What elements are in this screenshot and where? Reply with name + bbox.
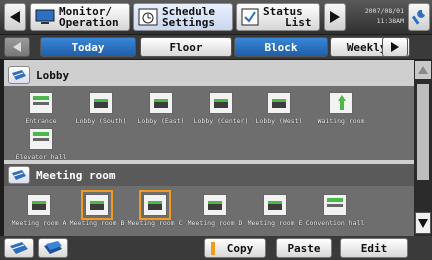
checklist-icon <box>241 8 259 26</box>
unit-name: Meeting room B <box>69 219 125 227</box>
unit-elevator-hall[interactable]: Elevator hall <box>10 128 72 161</box>
tab-scroll-left-button[interactable] <box>4 37 30 57</box>
unit-lobby-center[interactable]: Lobby (Center) <box>190 92 252 125</box>
copy-button[interactable]: Copy <box>204 238 266 258</box>
unit-name: Meeting room E <box>247 219 303 227</box>
next-screen-button[interactable] <box>324 3 346 31</box>
group-header-lobby[interactable]: Lobby <box>4 64 414 86</box>
maintenance-button[interactable] <box>408 3 430 31</box>
wrench-icon <box>411 9 425 25</box>
scroll-up-arrow[interactable] <box>415 61 431 79</box>
group-edit-icon <box>10 242 28 254</box>
unit-lobby-east[interactable]: Lobby (East) <box>130 92 192 125</box>
cassette-unit-icon <box>267 92 291 114</box>
tab-floor[interactable]: Floor <box>140 37 232 57</box>
vertical-scrollbar[interactable] <box>414 60 432 236</box>
edit-label: Edit <box>360 241 388 255</box>
date-text: 2007/08/01 <box>364 7 404 15</box>
unit-lobby-west[interactable]: Lobby (West) <box>248 92 310 125</box>
unit-name: Meeting room C <box>127 219 183 227</box>
group-select-all-button[interactable] <box>38 238 68 258</box>
group-edit-icon <box>8 166 30 184</box>
unit-meeting-room-d[interactable]: Meeting room D <box>184 194 246 227</box>
tab-bar: Today Floor Block Weekly1 <box>0 35 432 59</box>
copy-label: Copy <box>226 241 254 255</box>
group-header-meeting-room[interactable]: Meeting room <box>4 164 414 186</box>
scroll-thumb[interactable] <box>417 84 429 180</box>
unit-name: Lobby (South) <box>75 117 127 125</box>
date-time-display: 2007/08/01 11:38AM <box>348 6 404 26</box>
cassette-unit-icon <box>149 92 173 114</box>
status-list-label: Status List <box>263 6 312 28</box>
cassette-unit-icon <box>203 194 227 216</box>
time-text: 11:38AM <box>376 17 404 25</box>
schedule-label-line2: Settings <box>162 16 215 29</box>
paste-button[interactable]: Paste <box>276 238 332 258</box>
triangle-left-icon <box>10 11 20 23</box>
ceiling-flat-unit-icon <box>323 194 347 216</box>
unit-name: Entrance <box>25 117 57 125</box>
previous-screen-button[interactable] <box>4 3 26 31</box>
tab-today-label: Today <box>71 40 105 54</box>
cassette-unit-icon <box>27 194 51 216</box>
app-window: Monitor/ Operation Schedule Settings Sta… <box>0 0 432 260</box>
triangle-right-icon <box>330 11 340 23</box>
unit-entrance[interactable]: Entrance <box>10 92 72 125</box>
edit-button[interactable]: Edit <box>340 238 408 258</box>
unit-meeting-room-c[interactable]: Meeting room C <box>124 190 186 227</box>
unit-name: Meeting room A <box>11 219 67 227</box>
unit-meeting-room-b[interactable]: Meeting room B <box>66 190 128 227</box>
unit-meeting-room-a[interactable]: Meeting room A <box>8 194 70 227</box>
tab-today[interactable]: Today <box>40 37 136 57</box>
group-name: Lobby <box>36 68 70 82</box>
group-edit-button[interactable] <box>4 238 34 258</box>
monitor-icon <box>35 9 55 24</box>
copy-indicator <box>211 242 215 255</box>
tab-floor-label: Floor <box>169 40 203 54</box>
triangle-up-icon <box>418 66 428 74</box>
unit-name: Lobby (East) <box>137 117 185 125</box>
unit-name: Elevator hall <box>15 153 67 161</box>
ceiling-flat-unit-icon <box>29 128 53 150</box>
paste-label: Paste <box>287 241 321 255</box>
unit-name: Convention hall <box>305 219 365 227</box>
group-name: Meeting room <box>36 168 116 182</box>
unit-lobby-south[interactable]: Lobby (South) <box>70 92 132 125</box>
unit-name: Waiting room <box>317 117 365 125</box>
unit-waiting-room[interactable]: Waiting room <box>310 92 372 125</box>
cassette-unit-icon <box>263 194 287 216</box>
ceiling-flat-unit-icon <box>29 92 53 114</box>
unit-name: Lobby (West) <box>255 117 303 125</box>
scroll-down-button[interactable] <box>415 212 431 234</box>
schedule-settings-button[interactable]: Schedule Settings <box>133 3 233 31</box>
monitor-operation-button[interactable]: Monitor/ Operation <box>30 3 130 31</box>
clock-calendar-icon <box>138 8 158 26</box>
unit-convention-hall[interactable]: Convention hall <box>304 194 366 227</box>
cassette-unit-icon <box>81 190 113 220</box>
unit-group-list: Lobby Entrance Lobby (South) Lobby (East… <box>4 60 414 236</box>
monitor-label-line2: Operation <box>59 16 119 29</box>
unit-name: Lobby (Center) <box>193 117 249 125</box>
unit-name: Meeting room D <box>187 219 243 227</box>
triangle-down-icon <box>418 219 428 228</box>
triangle-left-icon <box>13 42 21 52</box>
tab-block-label: Block <box>264 40 298 54</box>
schedule-settings-label: Schedule Settings <box>162 6 215 28</box>
unit-meeting-room-e[interactable]: Meeting room E <box>244 194 306 227</box>
status-list-button[interactable]: Status List <box>236 3 320 31</box>
monitor-operation-label: Monitor/ Operation <box>59 6 119 28</box>
status-label-line2: List <box>285 16 312 29</box>
group-edit-icon <box>8 66 30 84</box>
tab-block[interactable]: Block <box>234 37 328 57</box>
tab-scroll-right-button[interactable] <box>382 37 408 57</box>
cassette-unit-icon <box>139 190 171 220</box>
group-stack-icon <box>44 241 62 254</box>
bottom-toolbar: Copy Paste Edit <box>0 236 432 260</box>
top-toolbar: Monitor/ Operation Schedule Settings Sta… <box>0 0 432 34</box>
triangle-right-icon <box>391 42 399 52</box>
cassette-unit-icon <box>209 92 233 114</box>
cassette-unit-icon <box>89 92 113 114</box>
ventilation-up-icon <box>329 92 353 114</box>
